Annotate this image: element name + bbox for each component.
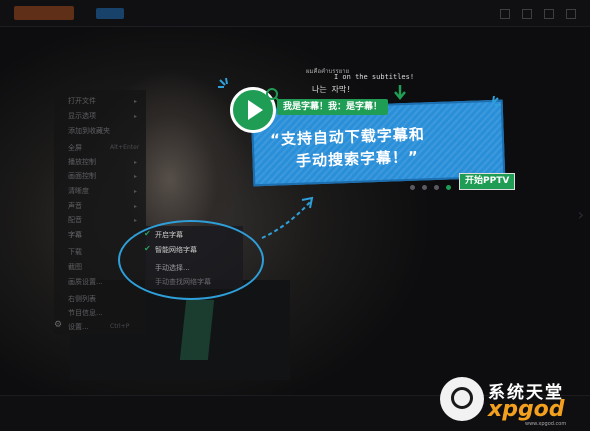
settings-shortcut: Ctrl+P — [110, 323, 130, 330]
menu-item-open-file[interactable]: 打开文件 — [68, 96, 96, 106]
submenu-arrow-icon: ▸ — [134, 173, 138, 180]
menu-item-subtitles[interactable]: 字幕 — [68, 230, 82, 240]
sparkle-icon — [218, 77, 228, 88]
pointer-arrow-icon — [261, 196, 314, 239]
carousel-dot-active[interactable] — [446, 185, 451, 190]
promo-headline-line2: 手动搜索字幕！” — [295, 147, 420, 171]
close-icon[interactable] — [566, 9, 576, 19]
sparkle-icon — [492, 95, 501, 106]
menu-item-right-list[interactable]: 右侧列表 — [68, 294, 96, 304]
carousel-dot[interactable] — [410, 185, 415, 190]
download-arrow-icon — [394, 85, 406, 100]
gear-icon: ⚙ — [54, 320, 63, 330]
submenu-arrow-icon: ▸ — [134, 113, 138, 120]
highlight-ring — [118, 220, 264, 300]
menu-item-dubbing[interactable]: 配音 — [68, 215, 82, 225]
titlebar-badge — [96, 8, 124, 19]
submenu-arrow-icon: ▸ — [134, 188, 138, 195]
submenu-arrow-icon: ▸ — [134, 98, 138, 105]
magnifier-icon — [266, 88, 283, 105]
maximize-icon[interactable] — [522, 9, 532, 19]
submenu-arrow-icon: ▸ — [134, 203, 138, 210]
submenu-arrow-icon: ▸ — [134, 159, 138, 166]
speech-korean: 나는 자막! — [312, 85, 352, 94]
promo-tag: 我是字幕！我：是字幕！ — [277, 99, 389, 115]
start-pptv-button[interactable]: 开始PPTV — [459, 173, 516, 190]
menu-item-playback-control[interactable]: 播放控制 — [68, 157, 96, 167]
player-titlebar — [0, 0, 590, 27]
menu-item-display-options[interactable]: 显示选项 — [68, 111, 96, 121]
menu-item-download[interactable]: 下载 — [68, 247, 82, 257]
carousel-dot[interactable] — [422, 185, 427, 190]
watermark-logo-icon — [440, 377, 484, 421]
menu-item-fullscreen[interactable]: 全屏 — [68, 143, 82, 153]
menu-item-screenshot[interactable]: 截图 — [68, 262, 82, 272]
carousel-dot[interactable] — [434, 185, 439, 190]
sidebar-toggle-icon[interactable]: › — [578, 205, 584, 224]
menu-item-quality-settings[interactable]: 画质设置... — [68, 277, 103, 287]
minimize-icon[interactable] — [500, 9, 510, 19]
watermark-url: www.xpgod.com — [525, 421, 567, 427]
menu-item-program-info[interactable]: 节目信息... — [68, 308, 103, 318]
menu-item-definition[interactable]: 清晰度 — [68, 186, 89, 196]
menu-item-sound[interactable]: 声音 — [68, 201, 82, 211]
menu-item-add-favorite[interactable]: 添加到收藏夹 — [68, 126, 110, 136]
speech-english: I on the subtitles! — [334, 73, 415, 81]
menu-item-picture-control[interactable]: 画面控制 — [68, 171, 96, 181]
restore-icon[interactable] — [544, 9, 554, 19]
submenu-arrow-icon: ▸ — [134, 217, 138, 224]
watermark-en: xpgod — [488, 397, 565, 422]
pptv-logo — [14, 6, 74, 20]
menu-item-settings[interactable]: 设置... — [68, 322, 89, 332]
fullscreen-shortcut: Alt+Enter — [110, 144, 140, 151]
